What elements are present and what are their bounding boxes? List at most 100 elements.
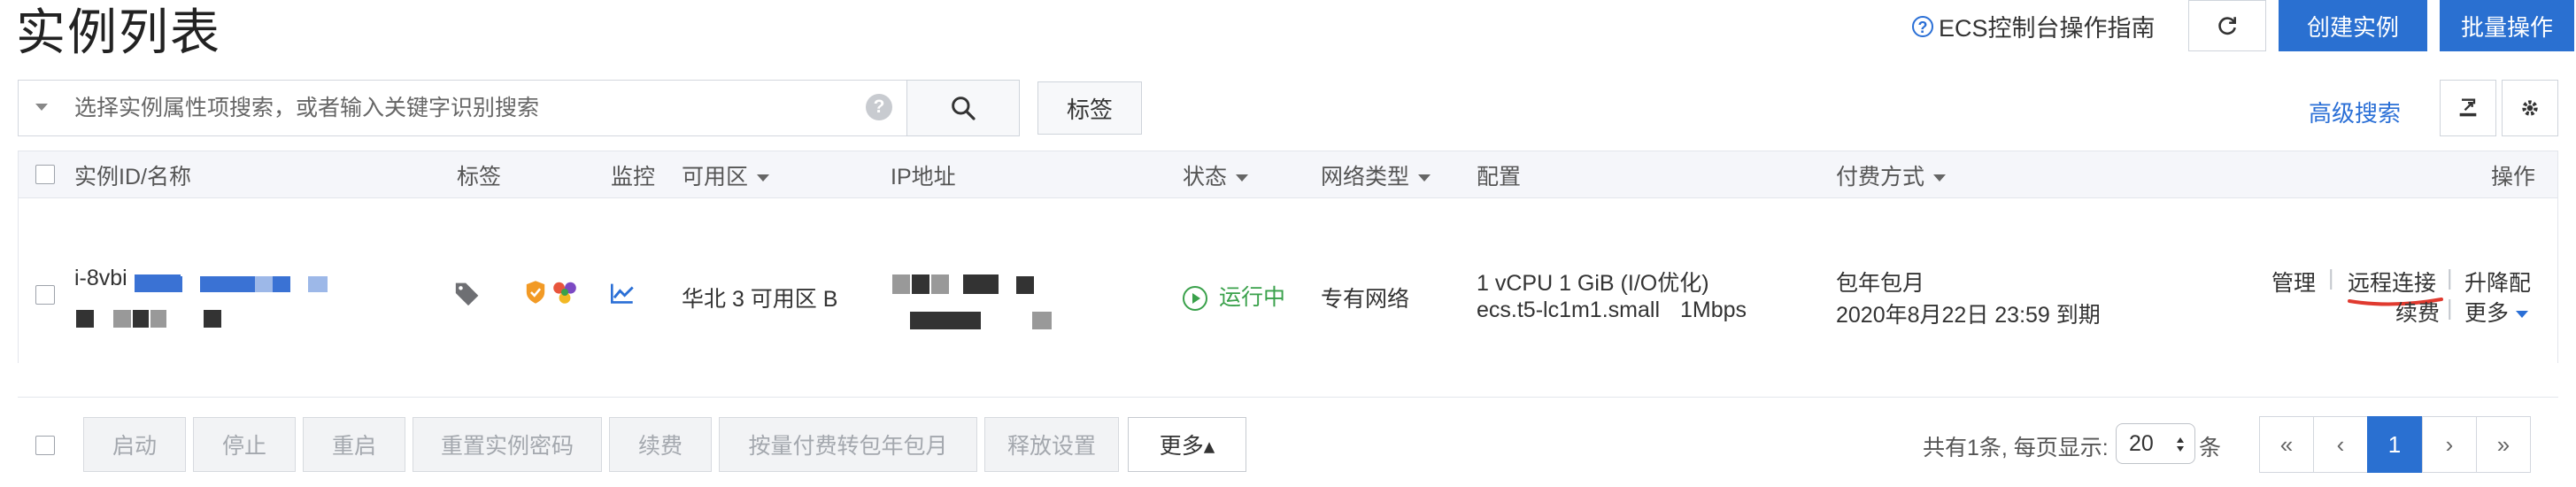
create-instance-button[interactable]: 创建实例 xyxy=(2279,0,2427,51)
release-settings-button[interactable]: 释放设置 xyxy=(984,417,1119,472)
renew-link[interactable]: 续费 xyxy=(2395,296,2440,328)
billing-type-value: 包年包月 xyxy=(1836,271,1925,296)
page-size-select[interactable]: 20 xyxy=(2116,423,2195,464)
redacted-instance-id xyxy=(168,276,182,292)
more-toolbar-button[interactable]: 更多▴ xyxy=(1128,417,1246,472)
sort-caret-icon xyxy=(1933,174,1947,182)
instance-status: 运行中 xyxy=(1183,280,1285,312)
search-help-icon[interactable]: ? xyxy=(866,94,892,120)
start-button[interactable]: 启动 xyxy=(83,417,186,472)
console-guide-label: ECS控制台操作指南 xyxy=(1939,15,2156,42)
search-filter-dropdown-icon[interactable] xyxy=(35,104,48,111)
redacted-ip xyxy=(1032,312,1052,329)
prev-page-button[interactable]: ‹ xyxy=(2313,416,2368,473)
tag-icon[interactable] xyxy=(453,280,483,311)
running-status-icon xyxy=(1183,286,1207,312)
batch-operation-button[interactable]: 批量操作 xyxy=(2440,0,2574,51)
sort-caret-icon xyxy=(1418,174,1431,182)
column-header-status[interactable]: 状态 xyxy=(1183,159,1249,191)
app-badge-icon[interactable] xyxy=(551,278,579,311)
column-zone-label: 可用区 xyxy=(682,165,749,189)
refresh-icon xyxy=(2218,17,2236,35)
action-separator: | xyxy=(2447,296,2453,321)
redacted-instance-id xyxy=(308,276,328,292)
search-button[interactable] xyxy=(906,80,1020,136)
spec-value: 1 vCPU 1 GiB (I/O优化) xyxy=(1477,271,1709,296)
instance-id-link[interactable]: i-8vbi xyxy=(74,266,127,291)
redacted-instance-id xyxy=(200,276,255,292)
more-actions-label: 更多 xyxy=(2464,301,2510,326)
redacted-ip xyxy=(892,274,910,294)
redacted-instance-name xyxy=(113,310,131,328)
column-billing-label: 付费方式 xyxy=(1836,165,1925,189)
column-header-ip: IP地址 xyxy=(891,165,956,189)
table-row xyxy=(18,198,2558,363)
action-separator: | xyxy=(2328,266,2334,290)
remote-connect-link[interactable]: 远程连接 xyxy=(2348,266,2436,298)
console-guide-link[interactable]: ? ECS控制台操作指南 xyxy=(1912,9,2156,43)
manage-link[interactable]: 管理 xyxy=(2271,266,2316,298)
redacted-instance-name xyxy=(150,310,166,328)
advanced-search-link[interactable]: 高级搜索 xyxy=(2309,96,2401,128)
page-size-unit: 条 xyxy=(2199,436,2222,460)
reset-password-button[interactable]: 重置实例密码 xyxy=(413,417,602,472)
column-status-label: 状态 xyxy=(1183,165,1228,189)
redacted-instance-name xyxy=(133,310,149,328)
convert-to-subscription-button[interactable]: 按量付费转包年包月 xyxy=(719,417,977,472)
redacted-ip xyxy=(912,274,929,294)
select-all-checkbox[interactable] xyxy=(35,165,55,184)
sort-caret-icon xyxy=(757,174,770,182)
stepper-arrows-icon xyxy=(2177,437,2184,452)
refresh-button[interactable] xyxy=(2188,0,2266,51)
column-header-tags: 标签 xyxy=(457,165,502,189)
expire-time-value: 2020年8月22日 23:59 到期 xyxy=(1836,303,2101,328)
column-header-billing[interactable]: 付费方式 xyxy=(1836,159,1947,191)
search-input[interactable] xyxy=(73,84,852,132)
action-separator: | xyxy=(2447,266,2453,290)
row-divider xyxy=(18,397,2558,398)
status-text: 运行中 xyxy=(1218,285,1285,310)
upgrade-downgrade-link[interactable]: 升降配 xyxy=(2464,266,2531,298)
bandwidth-value: 1Mbps xyxy=(1680,298,1747,322)
column-header-network[interactable]: 网络类型 xyxy=(1321,159,1431,191)
column-header-zone[interactable]: 可用区 xyxy=(682,159,770,191)
tag-filter-button[interactable]: 标签 xyxy=(1037,81,1142,135)
chevron-down-icon xyxy=(2516,311,2529,319)
redacted-ip xyxy=(1016,276,1034,294)
column-header-monitor: 监控 xyxy=(611,165,656,189)
page-title: 实例列表 xyxy=(16,4,221,60)
renew-button[interactable]: 续费 xyxy=(609,417,712,472)
more-actions-dropdown[interactable]: 更多 xyxy=(2464,296,2529,328)
redacted-ip xyxy=(910,312,981,329)
pagination-info: 共有1条, 每页显示: xyxy=(1923,436,2109,460)
column-header-actions: 操作 xyxy=(2491,165,2536,189)
settings-button[interactable] xyxy=(2502,80,2558,136)
help-circle-icon: ? xyxy=(1912,15,1933,37)
network-type-value: 专有网络 xyxy=(1321,287,1410,312)
instance-type-link[interactable]: ecs.t5-lc1m1.small xyxy=(1477,298,1660,323)
zone-value: 华北 3 可用区 B xyxy=(682,287,838,312)
redacted-instance-id xyxy=(273,276,290,292)
next-page-button[interactable]: › xyxy=(2422,416,2477,473)
sort-caret-icon xyxy=(1236,174,1249,182)
page-size-value: 20 xyxy=(2129,430,2154,456)
redacted-instance-name xyxy=(204,310,221,328)
redacted-instance-id xyxy=(255,276,273,292)
security-shield-icon[interactable] xyxy=(524,280,547,309)
table-header xyxy=(18,151,2558,198)
redacted-ip xyxy=(963,274,999,294)
first-page-button[interactable]: « xyxy=(2259,416,2314,473)
last-page-button[interactable]: » xyxy=(2476,416,2531,473)
redacted-ip xyxy=(931,274,949,294)
column-header-id: 实例ID/名称 xyxy=(74,165,191,189)
row-checkbox[interactable] xyxy=(35,285,55,305)
restart-button[interactable]: 重启 xyxy=(303,417,405,472)
export-button[interactable] xyxy=(2440,80,2496,136)
bulk-select-checkbox[interactable] xyxy=(35,436,55,455)
monitor-chart-icon[interactable] xyxy=(609,282,636,309)
current-page-button[interactable]: 1 xyxy=(2367,416,2422,473)
stop-button[interactable]: 停止 xyxy=(193,417,296,472)
column-network-label: 网络类型 xyxy=(1321,165,1410,189)
redacted-instance-name xyxy=(76,310,94,328)
gear-icon xyxy=(2522,100,2538,116)
